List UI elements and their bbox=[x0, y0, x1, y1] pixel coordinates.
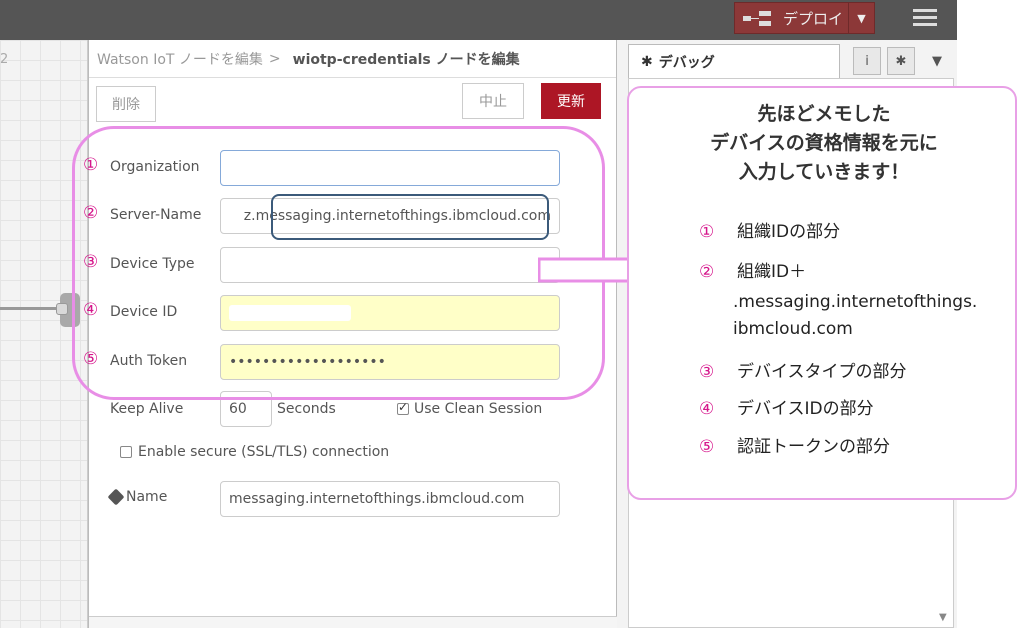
bug-icon: ✱ bbox=[895, 53, 907, 69]
tab-debug-label: デバッグ bbox=[658, 54, 715, 71]
callout-item-2-line2-wrap: .messaging.internetofthings. bbox=[733, 288, 977, 316]
workspace-tab-number: 2 bbox=[0, 52, 9, 67]
flow-wire[interactable] bbox=[0, 307, 62, 310]
deploy-icon bbox=[743, 8, 773, 28]
header-bar: デプロイ ▼ bbox=[0, 0, 957, 40]
marker-3: ③ bbox=[83, 252, 99, 272]
tab-debug[interactable]: ✱ デバッグ bbox=[628, 44, 840, 78]
callout-item-5: ⑤ 認証トークンの部分 bbox=[699, 433, 890, 461]
callout-item-2-line1: 組織ID＋ bbox=[737, 262, 807, 282]
callout-item-1-text: 組織IDの部分 bbox=[737, 222, 841, 242]
callout-item-3: ③ デバイスタイプの部分 bbox=[699, 358, 907, 386]
clean-session-option[interactable]: Use Clean Session bbox=[397, 400, 543, 417]
deploy-label: デプロイ bbox=[783, 9, 844, 28]
name-label: Name bbox=[126, 489, 168, 505]
name-label-group: Name bbox=[107, 488, 168, 506]
breadcrumb-parent[interactable]: Watson IoT ノードを編集 bbox=[97, 49, 263, 69]
ssl-option[interactable]: Enable secure (SSL/TLS) connection bbox=[120, 444, 389, 460]
tag-icon bbox=[107, 488, 125, 506]
ssl-checkbox[interactable] bbox=[120, 446, 132, 458]
callout-marker-1: ① bbox=[699, 222, 715, 242]
deploy-button[interactable]: デプロイ ▼ bbox=[734, 2, 875, 34]
clean-session-checkbox[interactable] bbox=[397, 400, 409, 415]
callout-marker-3: ③ bbox=[699, 362, 715, 382]
keep-alive-label: Keep Alive bbox=[110, 401, 184, 417]
name-input[interactable]: messaging.internetofthings.ibmcloud.com bbox=[220, 481, 560, 517]
callout-marker-4: ④ bbox=[699, 399, 715, 419]
marker-2: ② bbox=[83, 203, 99, 223]
bug-icon: ✱ bbox=[641, 53, 653, 70]
marker-4: ④ bbox=[83, 300, 99, 320]
ssl-label: Enable secure (SSL/TLS) connection bbox=[138, 444, 390, 460]
marker-1: ① bbox=[83, 155, 99, 175]
callout-item-3-text: デバイスタイプの部分 bbox=[737, 362, 907, 382]
fields-highlight-frame bbox=[72, 126, 605, 400]
callout-item-4: ④ デバイスIDの部分 bbox=[699, 395, 874, 423]
callout-item-5-text: 認証トークンの部分 bbox=[737, 437, 890, 457]
breadcrumb-current: wiotp-credentials ノードを編集 bbox=[292, 51, 520, 68]
flow-node-port[interactable] bbox=[56, 303, 68, 315]
cancel-button[interactable]: 中止 bbox=[462, 83, 524, 119]
callout-marker-5: ⑤ bbox=[699, 437, 715, 457]
callout-item-2-line3-wrap: ibmcloud.com bbox=[733, 315, 853, 343]
deploy-menu-caret-icon[interactable]: ▼ bbox=[848, 3, 874, 33]
callout-title-line1: 先ほどメモした bbox=[757, 103, 891, 125]
callout-item-4-text: デバイスIDの部分 bbox=[737, 399, 874, 419]
callout-item-2-line2: .messaging.internetofthings. bbox=[733, 292, 978, 312]
instruction-callout: 先ほどメモした デバイスの資格情報を元に 入力していきます！ ① 組織IDの部分 … bbox=[627, 86, 1017, 500]
callout-item-2: ② 組織ID＋ bbox=[699, 258, 806, 286]
callout-title: 先ほどメモした デバイスの資格情報を元に 入力していきます！ bbox=[629, 100, 1019, 187]
callout-title-line2: デバイスの資格情報を元に bbox=[710, 132, 938, 154]
callout-marker-2: ② bbox=[699, 262, 715, 282]
clean-session-label: Use Clean Session bbox=[414, 401, 543, 417]
info-button[interactable]: i bbox=[853, 47, 881, 75]
sidebar-menu-caret-icon[interactable]: ▼ bbox=[923, 47, 951, 75]
tray-footer bbox=[89, 616, 618, 628]
scroll-down-icon[interactable]: ▼ bbox=[939, 612, 947, 623]
editor-toolbar: 削除 中止 更新 bbox=[89, 78, 616, 128]
marker-5: ⑤ bbox=[83, 349, 99, 369]
update-button[interactable]: 更新 bbox=[541, 83, 601, 119]
debug-bug-button[interactable]: ✱ bbox=[887, 47, 915, 75]
breadcrumb: Watson IoT ノードを編集 > wiotp-credentials ノー… bbox=[89, 40, 616, 78]
callout-item-2-line3: ibmcloud.com bbox=[733, 319, 853, 339]
server-name-highlight-box bbox=[271, 194, 549, 240]
main-menu-icon[interactable] bbox=[913, 9, 937, 29]
seconds-label: Seconds bbox=[277, 401, 336, 417]
breadcrumb-separator: > bbox=[268, 50, 281, 67]
callout-item-1: ① 組織IDの部分 bbox=[699, 218, 840, 246]
delete-button[interactable]: 削除 bbox=[96, 86, 156, 122]
callout-title-line3: 入力していきます！ bbox=[738, 161, 910, 183]
